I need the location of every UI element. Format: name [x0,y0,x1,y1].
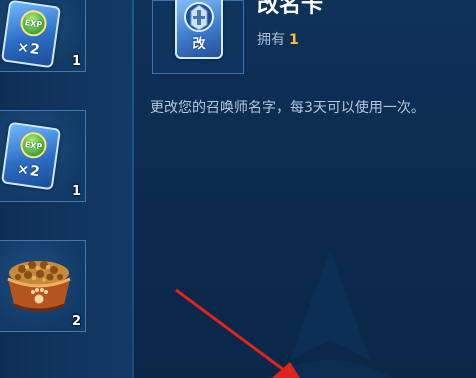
pet-food-bowl-icon [2,253,76,317]
multiplier-label: ×2 [16,39,42,59]
game-inventory-screen: EXP ×2 1 EXP ×2 1 2 改 改名卡 拥有 1 更改您的召唤师名字… [0,0,476,378]
exp-card-icon: EXP ×2 [0,0,62,69]
item-slot-exp-card-1[interactable]: EXP ×2 1 [0,0,86,72]
owned-status: 拥有 1 [257,29,299,49]
item-count: 2 [71,314,81,329]
rename-card-icon: 改 [175,0,223,59]
item-title: 改名卡 [257,0,324,18]
multiplier-label: ×2 [16,161,42,181]
owned-label: 拥有 [257,32,285,48]
item-description: 更改您的召唤师名字，每3天可以使用一次。 [150,100,425,116]
background-emblem [268,250,392,378]
owned-count: 1 [289,32,299,48]
selected-item-frame: 改 [152,0,244,74]
item-slot-exp-card-2[interactable]: EXP ×2 1 [0,110,86,202]
item-count: 1 [71,54,81,69]
panel-divider [132,0,134,378]
rename-card-label: 改 [192,37,206,52]
item-slot-pet-food[interactable]: 2 [0,240,86,332]
item-list: EXP ×2 1 EXP ×2 1 2 [0,0,133,378]
item-count: 1 [71,184,81,199]
exp-badge: EXP [18,8,49,38]
exp-badge: EXP [18,130,49,160]
exp-card-icon: EXP ×2 [0,121,62,191]
